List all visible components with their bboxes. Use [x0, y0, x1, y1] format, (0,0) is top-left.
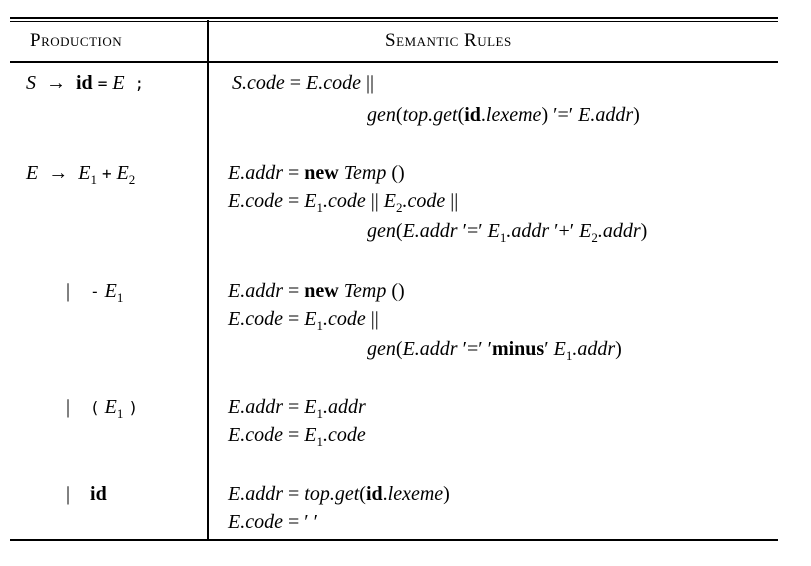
production-row-3: | - E1: [66, 280, 124, 305]
rule-2-3: gen(E.addr ′=′ E1.addr ′+′ E2.addr): [367, 220, 648, 245]
production-row-1: S → id = E ;: [26, 72, 145, 94]
rule-2-2: E.code = E1.code || E2.code ||: [228, 190, 459, 215]
header-production: Production: [30, 30, 123, 51]
header-semantic-rules: Semantic Rules: [385, 30, 512, 51]
rule-5-2: E.code = ′ ′: [228, 511, 319, 533]
rule-4-2: E.code = E1.code: [228, 424, 366, 449]
rule-3-1: E.addr = new Temp (): [228, 280, 405, 302]
production-row-2: E → E1 + E2: [26, 162, 136, 187]
rule-1-1: S.code = E.code ||: [232, 72, 375, 94]
production-row-4: | ( E1 ): [66, 396, 139, 421]
bottom-rule: [10, 539, 778, 541]
top-rule-thin: [10, 21, 778, 22]
rule-5-1: E.addr = top.get(id.lexeme): [228, 483, 450, 505]
rule-3-3: gen(E.addr ′=′ ′minus′ E1.addr): [367, 338, 622, 363]
rule-1-2: gen(top.get(id.lexeme) ′=′ E.addr): [367, 104, 640, 126]
rule-2-1: E.addr = new Temp (): [228, 162, 405, 184]
column-divider: [207, 20, 209, 541]
rule-4-1: E.addr = E1.addr: [228, 396, 366, 421]
rule-3-2: E.code = E1.code ||: [228, 308, 379, 333]
header-rule: [10, 61, 778, 63]
top-rule-thick: [10, 17, 778, 19]
production-row-5: | id: [66, 483, 107, 505]
